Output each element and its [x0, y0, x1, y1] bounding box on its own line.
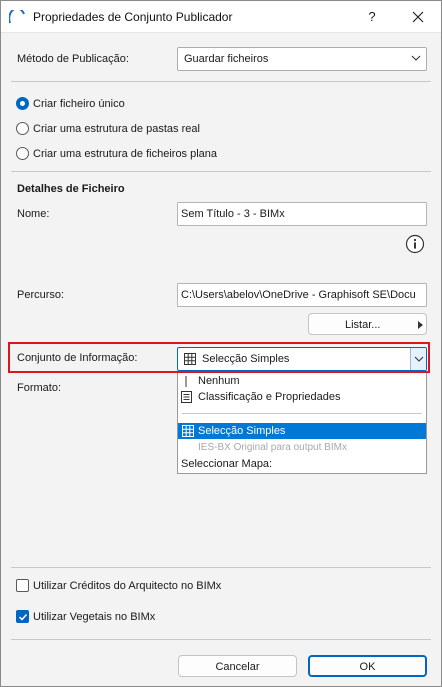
ok-button-label: OK: [359, 661, 376, 673]
menu-item-simple-selection[interactable]: Selecção Simples: [178, 423, 426, 439]
dialog-window: Propriedades de Conjunto Publicador ? Mé…: [0, 0, 442, 687]
separator: [11, 81, 431, 82]
path-label: Percurso:: [17, 289, 65, 301]
annotation-highlight-box: [8, 342, 430, 373]
menu-item-classification-label: Classificação e Propriedades: [198, 391, 341, 403]
document-icon: [181, 391, 192, 403]
menu-item-none[interactable]: Nenhum: [178, 373, 426, 389]
menu-separator: [182, 413, 422, 414]
path-input[interactable]: C:\Users\abelov\OneDrive - Graphisoft SE…: [177, 283, 427, 307]
publish-method-value: Guardar ficheiros: [184, 53, 269, 65]
publish-method-select[interactable]: Guardar ficheiros: [177, 47, 427, 71]
ok-button[interactable]: OK: [308, 655, 427, 677]
text-cursor-icon: [185, 376, 187, 387]
checkbox-vegetation[interactable]: [16, 610, 29, 623]
file-details-heading: Detalhes de Ficheiro: [17, 183, 125, 195]
name-value: Sem Título - 3 - BIMx: [181, 208, 285, 220]
menu-item-simple-selection-label: Selecção Simples: [198, 425, 286, 437]
separator: [11, 171, 431, 172]
help-button[interactable]: ?: [361, 7, 383, 27]
close-icon[interactable]: [407, 7, 429, 27]
radio-real-folders[interactable]: [16, 122, 29, 135]
menu-item-select-map-label: Seleccionar Mapa:: [181, 458, 273, 470]
radio-single-file-label[interactable]: Criar ficheiro único: [33, 98, 125, 110]
info-icon[interactable]: [405, 234, 425, 254]
radio-real-folders-label[interactable]: Criar uma estrutura de pastas real: [33, 123, 200, 135]
checkbox-vegetation-label[interactable]: Utilizar Vegetais no BIMx: [33, 611, 155, 623]
checkbox-architect-credits-label[interactable]: Utilizar Créditos do Arquitecto no BIMx: [33, 580, 221, 592]
checkmark-icon: [18, 613, 28, 621]
title-bar: Propriedades de Conjunto Publicador ?: [1, 1, 441, 33]
browse-button[interactable]: Listar...: [308, 313, 427, 335]
name-label: Nome:: [17, 208, 50, 220]
publish-method-label: Método de Publicação:: [17, 53, 129, 65]
menu-item-classification[interactable]: Classificação e Propriedades: [178, 389, 426, 405]
triangle-right-icon: [418, 321, 423, 329]
format-label: Formato:: [17, 382, 62, 394]
menu-item-select-map[interactable]: Seleccionar Mapa:: [178, 456, 426, 472]
path-value: C:\Users\abelov\OneDrive - Graphisoft SE…: [181, 289, 416, 301]
table-grid-icon: [182, 425, 194, 437]
separator: [11, 639, 431, 640]
name-input[interactable]: Sem Título - 3 - BIMx: [177, 202, 427, 226]
chevron-down-icon: [411, 55, 421, 61]
radio-flat-structure-label[interactable]: Criar uma estrutura de ficheiros plana: [33, 148, 217, 160]
archicad-logo-icon: [9, 10, 25, 24]
menu-item-none-label: Nenhum: [198, 375, 240, 387]
radio-single-file[interactable]: [16, 97, 29, 110]
cancel-button-label: Cancelar: [215, 661, 260, 673]
radio-flat-structure[interactable]: [16, 147, 29, 160]
browse-button-label: Listar...: [345, 319, 381, 331]
checkbox-architect-credits[interactable]: [16, 579, 29, 592]
menu-item-ies-bx-label: IES-BX Original para output BIMx: [198, 442, 347, 453]
menu-item-ies-bx: IES-BX Original para output BIMx: [178, 440, 426, 456]
window-title: Propriedades de Conjunto Publicador: [33, 10, 233, 24]
info-set-dropdown-menu: Nenhum Classificação e Propriedades Sele…: [177, 371, 427, 474]
separator: [11, 567, 431, 568]
cancel-button[interactable]: Cancelar: [178, 655, 297, 677]
